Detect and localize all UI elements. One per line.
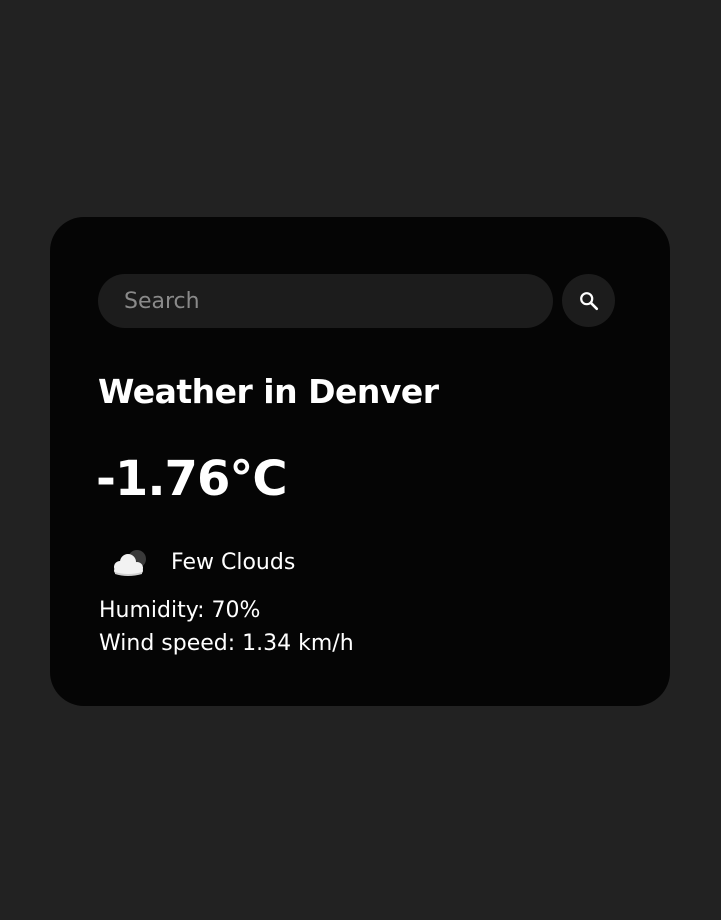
humidity-text: Humidity: 70% (99, 598, 261, 623)
weather-card: Weather in Denver -1.76°C Few Clouds Hum… (50, 217, 670, 706)
weather-description: Few Clouds (171, 550, 296, 575)
condition-row: Few Clouds (106, 543, 295, 583)
few-clouds-icon (114, 550, 146, 576)
temperature: -1.76°C (96, 451, 288, 507)
city-title: Weather in Denver (98, 372, 439, 411)
search-input[interactable] (98, 274, 553, 328)
wind-speed-text: Wind speed: 1.34 km/h (99, 631, 354, 656)
search-icon (579, 291, 598, 310)
search-bar (98, 274, 615, 328)
search-button[interactable] (562, 274, 615, 327)
